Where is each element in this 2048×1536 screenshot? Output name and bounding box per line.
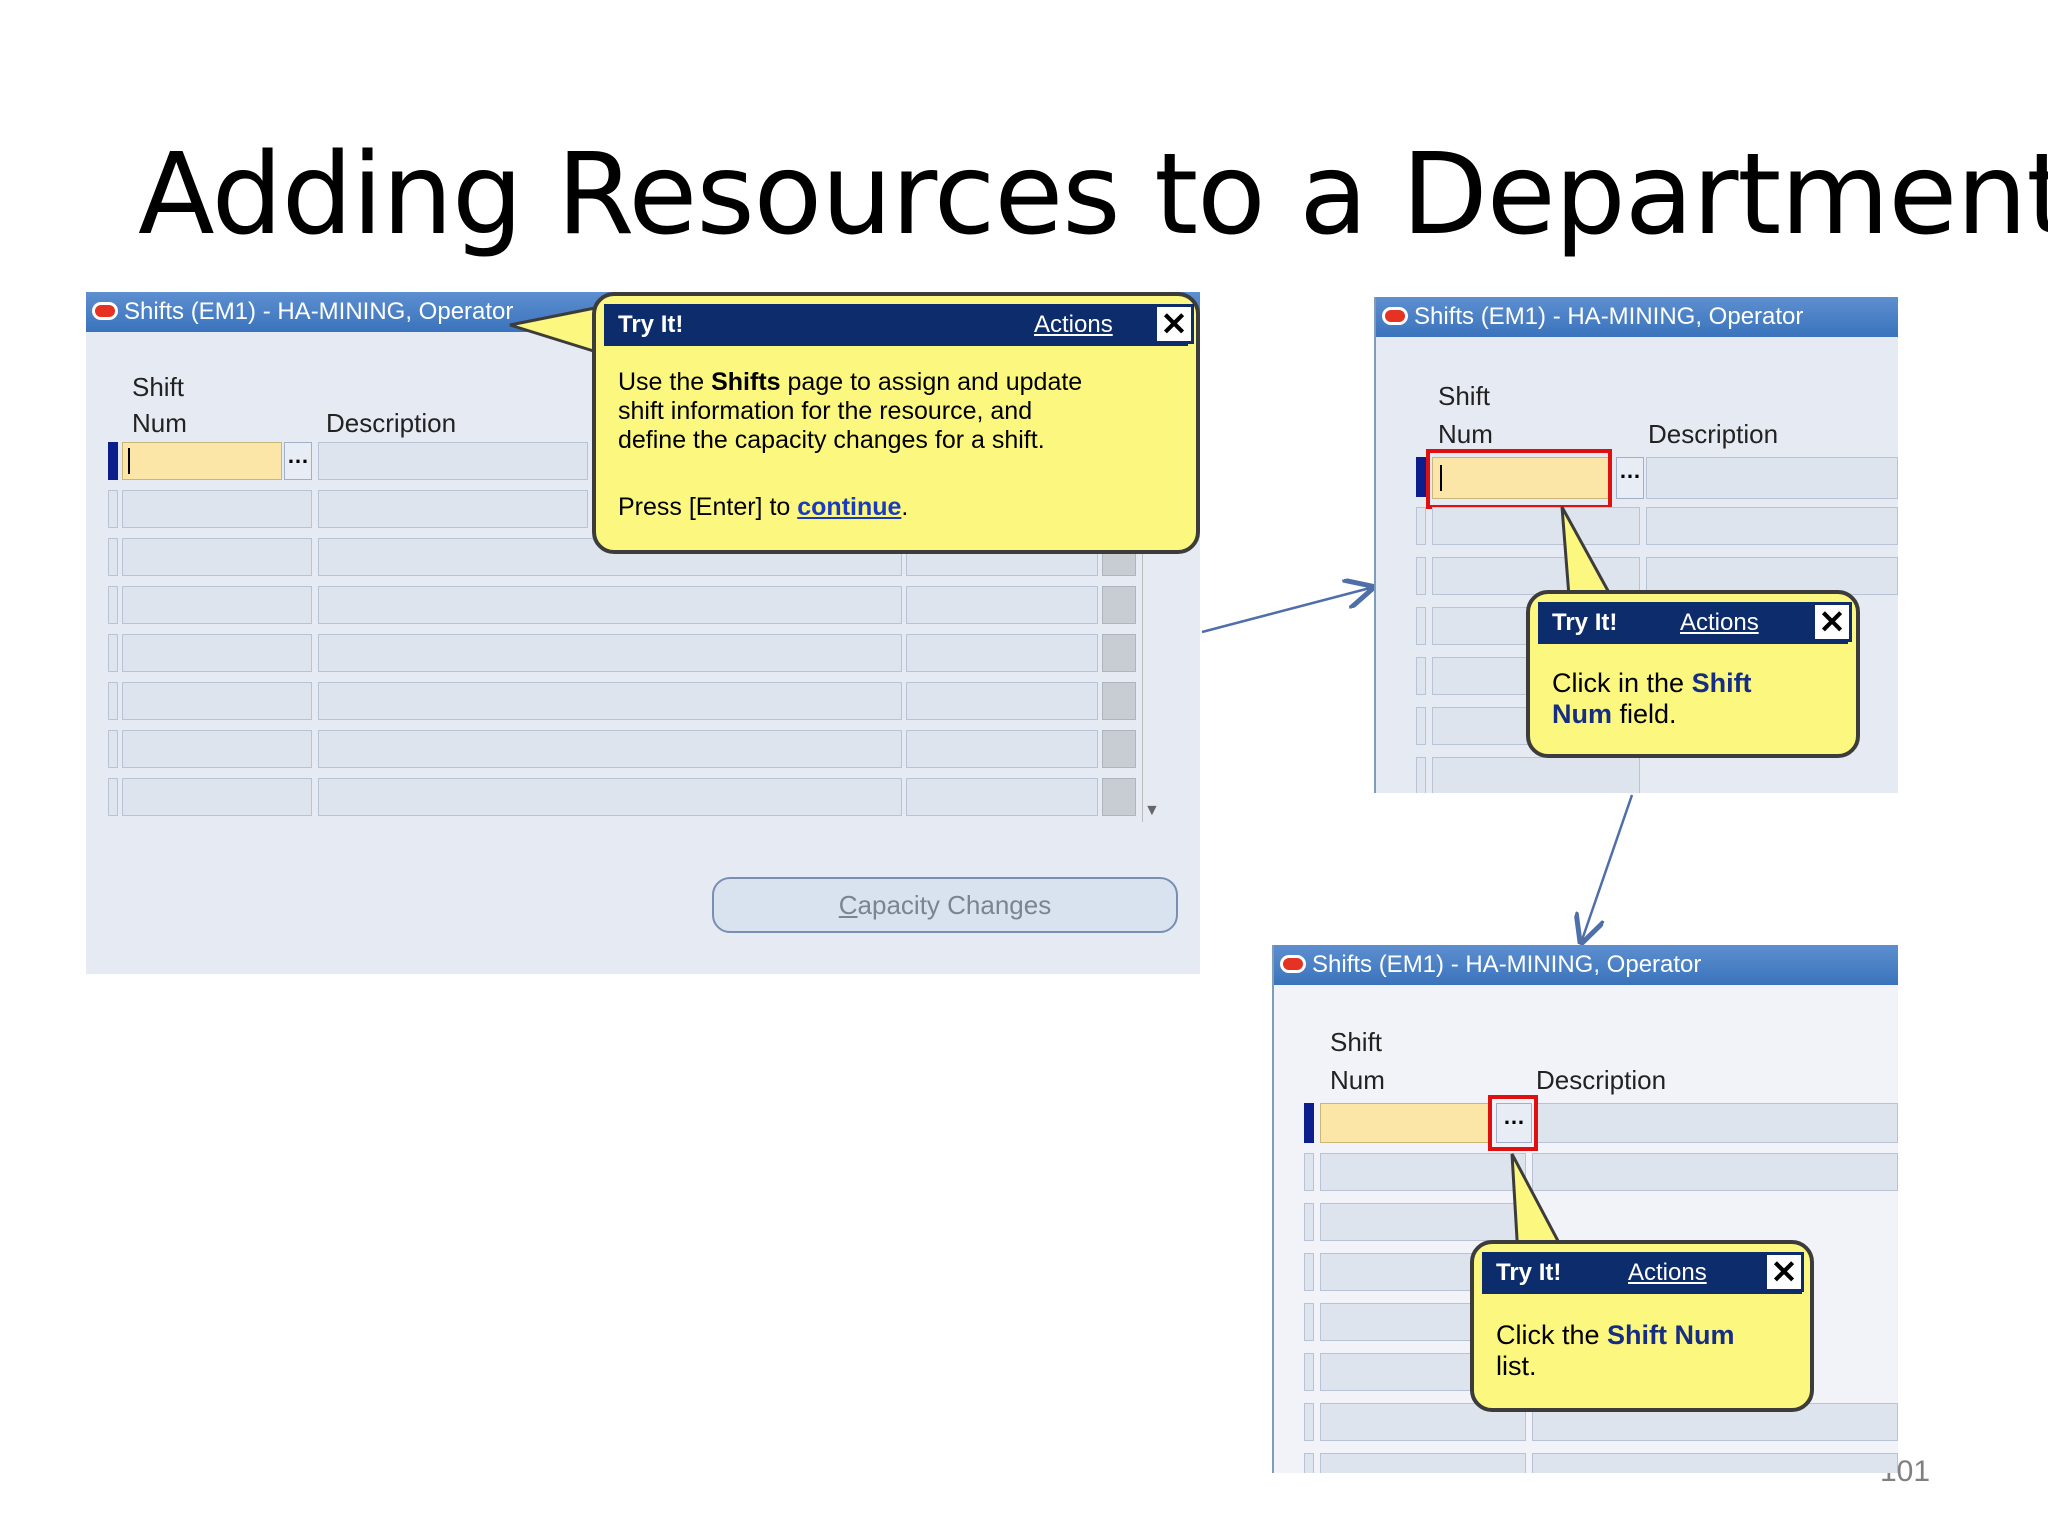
lov-button[interactable]: …: [1616, 457, 1644, 499]
row-selector[interactable]: [1416, 457, 1426, 497]
bubble-body: Click the Shift Num list.: [1496, 1320, 1792, 1382]
shift-num-field[interactable]: [1320, 1103, 1490, 1143]
text-bold: Shift Num: [1607, 1320, 1735, 1350]
text: field.: [1612, 699, 1677, 729]
bubble-title: Try It!: [1552, 609, 1618, 636]
window-titlebar: Shifts (EM1) - HA-MINING, Operator: [1376, 297, 1898, 337]
shift-num-cell[interactable]: [1320, 1453, 1526, 1473]
close-icon[interactable]: ✕: [1812, 602, 1852, 642]
highlight-box: [1488, 1095, 1538, 1151]
row-selector[interactable]: [1416, 557, 1426, 595]
text-bold: Num: [1552, 699, 1612, 729]
try-it-bubble-step-2: Try It! Actions ✕ Click in the Shift Num…: [1526, 590, 1860, 758]
text: list.: [1496, 1351, 1537, 1381]
row-selector[interactable]: [1416, 757, 1426, 793]
row-selector[interactable]: [1304, 1253, 1314, 1291]
try-it-bubble-step-3: Try It! Actions ✕ Click the Shift Num li…: [1470, 1240, 1814, 1412]
column-header-num: Num: [1330, 1065, 1385, 1095]
oracle-icon: [1280, 954, 1306, 973]
row-selector[interactable]: [1304, 1303, 1314, 1341]
description-cell[interactable]: [1646, 507, 1898, 545]
row-selector[interactable]: [1416, 707, 1426, 745]
description-field[interactable]: [1646, 457, 1898, 499]
row-selector[interactable]: [1416, 607, 1426, 645]
bubble-header: Try It! Actions ✕: [1482, 1252, 1804, 1294]
column-header-description: Description: [1536, 1065, 1667, 1095]
shift-num-cell[interactable]: [1320, 1203, 1526, 1241]
row-selector[interactable]: [1304, 1153, 1314, 1191]
actions-link[interactable]: Actions: [1680, 602, 1759, 644]
row-selector[interactable]: [1416, 507, 1426, 545]
row-selector[interactable]: [1304, 1453, 1314, 1473]
column-header-num: Num: [1438, 419, 1493, 449]
text-bold: Shift: [1691, 668, 1752, 698]
oracle-icon: [1382, 306, 1408, 325]
row-selector[interactable]: [1304, 1203, 1314, 1241]
row-selector[interactable]: [1304, 1353, 1314, 1391]
window-title: Shifts (EM1) - HA-MINING, Operator: [1414, 303, 1804, 330]
bubble-title: Try It!: [1496, 1259, 1562, 1286]
window-titlebar: Shifts (EM1) - HA-MINING, Operator: [1274, 945, 1898, 985]
row-selector[interactable]: [1304, 1403, 1314, 1441]
bubble-header: Try It! Actions ✕: [1538, 602, 1852, 644]
actions-link[interactable]: Actions: [1628, 1252, 1707, 1294]
text: Click in the: [1552, 668, 1692, 698]
text: Click the: [1496, 1320, 1608, 1350]
close-icon[interactable]: ✕: [1764, 1252, 1804, 1292]
column-header-shift: Shift: [1438, 381, 1491, 411]
row-selector[interactable]: [1416, 657, 1426, 695]
highlight-box: [1426, 449, 1612, 509]
column-header-description: Description: [1648, 419, 1779, 449]
description-cell[interactable]: [1532, 1453, 1898, 1473]
shift-num-cell[interactable]: [1432, 757, 1640, 793]
column-header-shift: Shift: [1330, 1027, 1383, 1057]
description-field[interactable]: [1536, 1103, 1898, 1143]
bubble-body: Click in the Shift Num field.: [1552, 668, 1838, 730]
window-title: Shifts (EM1) - HA-MINING, Operator: [1312, 951, 1702, 978]
shift-num-cell[interactable]: [1320, 1153, 1526, 1191]
row-selector[interactable]: [1304, 1103, 1314, 1143]
